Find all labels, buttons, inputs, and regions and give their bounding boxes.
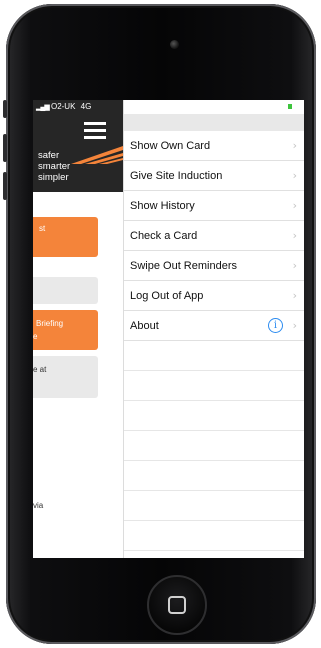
- empty-menu-row: [124, 521, 304, 551]
- tile-label: st: [39, 224, 46, 233]
- empty-menu-row: [124, 371, 304, 401]
- home-button[interactable]: [147, 575, 207, 635]
- menu-item-log-out[interactable]: Log Out of App ›: [124, 281, 304, 311]
- chevron-right-icon: ›: [292, 199, 297, 212]
- silent-switch: [3, 100, 7, 118]
- empty-menu-row: [124, 401, 304, 431]
- menu-item-label: Show History: [130, 199, 195, 212]
- status-bar: ▂▄▆ O2-UK 4G: [33, 100, 123, 114]
- menu-item-label: Log Out of App: [130, 289, 204, 302]
- brand-line-2: smarter: [38, 161, 71, 172]
- chevron-right-icon: ›: [292, 289, 297, 302]
- volume-up-button: [3, 134, 7, 162]
- menu-item-label: Swipe Out Reminders: [130, 259, 237, 272]
- chevron-right-icon: ›: [292, 229, 297, 242]
- empty-menu-row: [124, 461, 304, 491]
- carrier-label: O2-UK: [50, 102, 76, 111]
- menu-list: Show Own Card › Give Site Induction › Sh…: [124, 131, 304, 551]
- brand-line-3: simpler: [38, 172, 69, 183]
- menu-item-label: Show Own Card: [130, 139, 211, 152]
- tile-label-line-2: e: [33, 332, 38, 341]
- home-square-icon: [168, 596, 186, 614]
- home-tile-grey-2[interactable]: e at: [33, 356, 98, 398]
- phone-screen: ▂▄▆ O2-UK 4G safer smarter simpler st Br…: [33, 100, 304, 558]
- hamburger-menu-icon[interactable]: [84, 122, 106, 140]
- volume-down-button: [3, 172, 7, 200]
- menu-item-label: About: [130, 319, 159, 332]
- home-tile-grey-1[interactable]: [33, 277, 98, 304]
- home-tile-orange-1[interactable]: st: [33, 217, 98, 257]
- menu-item-about[interactable]: About i ›: [124, 311, 304, 341]
- menu-status-bar: [124, 100, 304, 114]
- brand-stripes-logo: [71, 146, 123, 164]
- battery-icon: [288, 104, 292, 109]
- chevron-right-icon: ›: [292, 319, 297, 332]
- signal-icon: ▂▄▆: [36, 104, 50, 111]
- chevron-right-icon: ›: [292, 169, 297, 182]
- brand-tagline: safer smarter simpler: [38, 150, 70, 183]
- empty-menu-row: [124, 431, 304, 461]
- menu-item-show-history[interactable]: Show History ›: [124, 191, 304, 221]
- menu-item-show-own-card[interactable]: Show Own Card ›: [124, 131, 304, 161]
- empty-menu-row: [124, 341, 304, 371]
- empty-menu-row: [124, 491, 304, 521]
- chevron-right-icon: ›: [292, 259, 297, 272]
- menu-top-bar: [124, 114, 304, 131]
- home-tile-briefing[interactable]: Briefing e: [33, 310, 98, 350]
- chevron-right-icon: ›: [292, 139, 297, 152]
- menu-item-label: Check a Card: [130, 229, 198, 242]
- menu-item-label: Give Site Induction: [130, 169, 223, 182]
- underlying-app-page: ▂▄▆ O2-UK 4G safer smarter simpler st Br…: [33, 100, 123, 558]
- brand-line-1: safer: [38, 150, 60, 161]
- tile-label-line-1: Briefing: [36, 319, 64, 328]
- info-icon[interactable]: i: [268, 318, 283, 333]
- menu-item-swipe-out-reminders[interactable]: Swipe Out Reminders ›: [124, 251, 304, 281]
- camera-icon: [170, 40, 179, 49]
- tile-label: e at: [33, 365, 47, 374]
- side-menu: Show Own Card › Give Site Induction › Sh…: [123, 100, 304, 558]
- menu-item-check-a-card[interactable]: Check a Card ›: [124, 221, 304, 251]
- menu-item-give-site-induction[interactable]: Give Site Induction ›: [124, 161, 304, 191]
- network-label: 4G: [80, 102, 92, 111]
- footer-text: via: [33, 501, 44, 510]
- app-header: safer smarter simpler: [33, 114, 123, 192]
